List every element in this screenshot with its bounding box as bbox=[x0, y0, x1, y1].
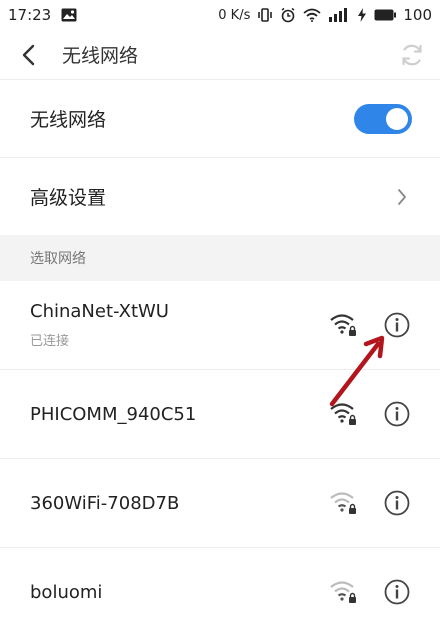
back-button[interactable] bbox=[0, 30, 56, 80]
network-ssid: PHICOMM_940C51 bbox=[30, 403, 197, 425]
info-icon[interactable] bbox=[383, 489, 411, 517]
info-icon[interactable] bbox=[383, 311, 411, 339]
wifi-lock-icon bbox=[330, 581, 356, 603]
wifi-toggle-row: 无线网络 bbox=[0, 80, 440, 158]
network-ssid: 360WiFi-708D7B bbox=[30, 492, 180, 514]
network-ssid: boluomi bbox=[30, 582, 103, 603]
status-time: 17:23 bbox=[8, 6, 52, 24]
section-header: 选取网络 bbox=[0, 235, 440, 281]
alarm-icon bbox=[280, 7, 296, 23]
wifi-toggle-label: 无线网络 bbox=[30, 109, 107, 131]
vibrate-icon bbox=[257, 7, 273, 23]
wifi-lock-icon bbox=[330, 314, 356, 336]
image-notification-icon bbox=[61, 8, 77, 22]
cell-signal-icon bbox=[328, 8, 350, 22]
refresh-button[interactable] bbox=[384, 30, 440, 80]
title-bar: 无线网络 bbox=[0, 30, 440, 80]
chevron-right-icon bbox=[392, 187, 412, 207]
info-icon[interactable] bbox=[383, 400, 411, 428]
advanced-settings-row[interactable]: 高级设置 bbox=[0, 158, 440, 235]
network-item[interactable]: 360WiFi-708D7B bbox=[0, 459, 440, 548]
network-item[interactable]: ChinaNet-XtWU 已连接 bbox=[0, 281, 440, 370]
wifi-status-icon bbox=[303, 8, 321, 22]
wifi-lock-icon bbox=[330, 492, 356, 514]
page-title: 无线网络 bbox=[62, 45, 139, 67]
network-status: 已连接 bbox=[30, 334, 70, 349]
wifi-lock-icon bbox=[330, 403, 356, 425]
network-item[interactable]: boluomi bbox=[0, 548, 440, 625]
back-arrow-icon bbox=[22, 44, 35, 65]
network-ssid: ChinaNet-XtWU bbox=[30, 301, 169, 322]
refresh-icon bbox=[402, 44, 422, 65]
status-bar: 17:23 0 K/s 100 bbox=[0, 0, 440, 30]
toggle-knob bbox=[386, 107, 408, 130]
charging-icon bbox=[357, 8, 367, 22]
battery-level: 100 bbox=[403, 6, 432, 24]
wifi-toggle-switch[interactable] bbox=[354, 103, 412, 134]
info-icon[interactable] bbox=[383, 578, 411, 606]
battery-icon bbox=[374, 9, 397, 21]
advanced-settings-label: 高级设置 bbox=[30, 187, 107, 209]
network-item[interactable]: PHICOMM_940C51 bbox=[0, 370, 440, 459]
network-speed: 0 K/s bbox=[218, 7, 251, 23]
